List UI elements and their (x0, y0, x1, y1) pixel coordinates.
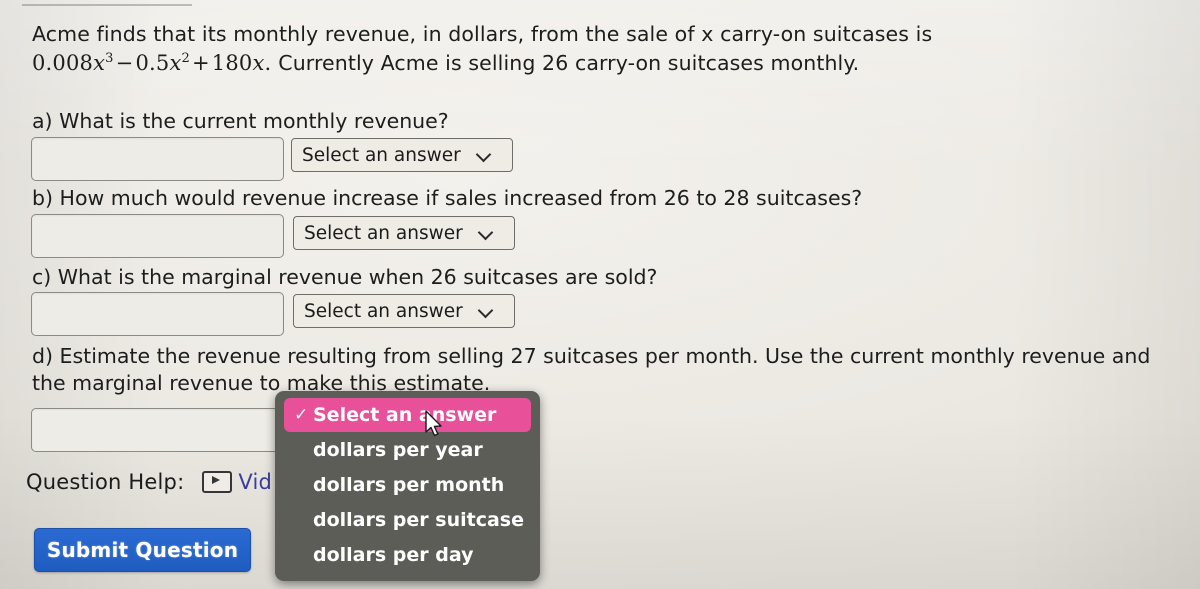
dropdown-option-label: Select an answer (313, 404, 497, 426)
problem-line-1: Acme finds that its monthly revenue, in … (32, 22, 933, 46)
checkmark-icon: ✓ (294, 405, 309, 425)
formula-term1-exponent: 3 (105, 51, 114, 67)
dropdown-option-dollars-per-month[interactable]: dollars per month (275, 467, 540, 502)
dropdown-option-label: dollars per year (313, 438, 483, 461)
question-a-unit-select-label: Select an answer (302, 144, 461, 166)
problem-statement: Acme finds that its monthly revenue, in … (32, 20, 1172, 79)
dropdown-option-label: dollars per suitcase (313, 508, 524, 531)
question-b-unit-select[interactable]: Select an answer (293, 216, 515, 250)
question-c-text: c) What is the marginal revenue when 26 … (32, 265, 658, 289)
formula-operator-1: − (115, 51, 134, 76)
problem-line-2-tail: Currently Acme is selling 26 carry-on su… (278, 51, 860, 76)
question-help-row: Question Help: Vid (26, 470, 272, 494)
unit-dropdown-menu[interactable]: ✓ Select an answer dollars per year doll… (275, 391, 540, 581)
dropdown-option-label: dollars per day (313, 543, 474, 566)
chevron-down-icon (478, 303, 494, 319)
question-c-unit-select-label: Select an answer (304, 300, 463, 322)
formula-operator-2: + (191, 51, 210, 76)
question-b-answer-input[interactable] (31, 214, 284, 258)
question-help-label: Question Help: (26, 470, 185, 494)
dropdown-option-select-an-answer[interactable]: ✓ Select an answer (284, 398, 531, 432)
question-d-text: d) Estimate the revenue resulting from s… (32, 344, 1151, 395)
formula-term1-coef: 0.008 (32, 51, 94, 76)
revenue-formula: 0.008x3−0.5x2+180x. (32, 51, 278, 75)
video-play-icon[interactable] (202, 471, 233, 493)
question-a-answer-input[interactable] (31, 137, 284, 181)
dropdown-option-dollars-per-year[interactable]: dollars per year (275, 432, 540, 467)
formula-term2-coef: 0.5 (135, 51, 170, 76)
formula-term2-exponent: 2 (181, 51, 190, 67)
formula-term3-var: x (252, 51, 265, 76)
question-a-text: a) What is the current monthly revenue? (32, 109, 449, 133)
dropdown-option-label: dollars per month (313, 473, 505, 496)
formula-term1-var: x (93, 51, 106, 76)
dropdown-option-dollars-per-day[interactable]: dollars per day (275, 537, 540, 572)
question-b-text: b) How much would revenue increase if sa… (32, 186, 863, 210)
chevron-down-icon (478, 225, 494, 241)
question-a-unit-select[interactable]: Select an answer (291, 138, 513, 172)
question-b-unit-select-label: Select an answer (304, 222, 463, 244)
question-c-unit-select[interactable]: Select an answer (293, 294, 515, 328)
question-d-answer-input[interactable] (31, 408, 281, 452)
formula-term3-coef: 180 (211, 51, 253, 76)
video-help-link[interactable]: Vid (238, 470, 272, 494)
chevron-down-icon (476, 147, 492, 163)
dropdown-option-dollars-per-suitcase[interactable]: dollars per suitcase (275, 502, 540, 537)
question-c-answer-input[interactable] (31, 292, 284, 336)
formula-period: . (264, 51, 272, 76)
question-content: Acme finds that its monthly revenue, in … (0, 0, 1200, 589)
submit-question-button[interactable]: Submit Question (34, 528, 251, 572)
formula-term2-var: x (169, 51, 182, 76)
